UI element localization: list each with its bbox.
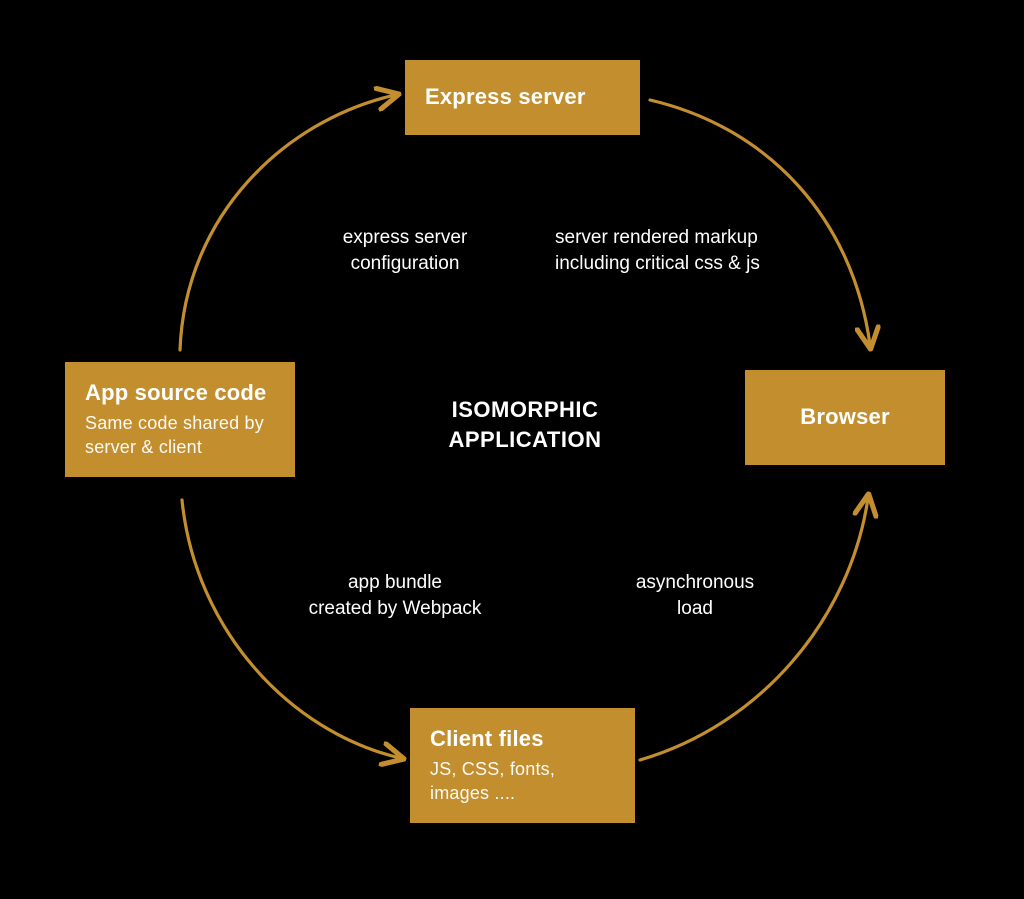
edge-label-async-load: asynchronous load bbox=[595, 570, 795, 621]
node-client-title: Client files bbox=[430, 726, 615, 752]
arrow-client-to-browser bbox=[640, 498, 868, 760]
node-express-server: Express server bbox=[405, 60, 640, 135]
node-app-source: App source code Same code shared by serv… bbox=[65, 362, 295, 477]
center-line2: APPLICATION bbox=[449, 427, 602, 452]
node-browser: Browser bbox=[745, 370, 945, 465]
arrow-express-to-browser bbox=[650, 100, 870, 345]
edge-label-server-rendered: server rendered markup including critica… bbox=[555, 225, 835, 276]
node-client-sub: JS, CSS, fonts, images .... bbox=[430, 758, 615, 805]
center-line1: ISOMORPHIC bbox=[452, 397, 599, 422]
node-express-title: Express server bbox=[425, 84, 586, 110]
diagram-stage: ISOMORPHIC APPLICATION Express server Br… bbox=[0, 0, 1024, 899]
node-source-sub: Same code shared by server & client bbox=[85, 412, 275, 459]
arrow-source-to-express bbox=[180, 95, 395, 350]
node-browser-title: Browser bbox=[800, 404, 889, 430]
node-source-title: App source code bbox=[85, 380, 275, 406]
center-title: ISOMORPHIC APPLICATION bbox=[405, 395, 645, 454]
edge-label-express-config: express server configuration bbox=[295, 225, 515, 276]
edge-label-app-bundle: app bundle created by Webpack bbox=[275, 570, 515, 621]
node-client-files: Client files JS, CSS, fonts, images .... bbox=[410, 708, 635, 823]
arrow-source-to-client bbox=[182, 500, 400, 758]
